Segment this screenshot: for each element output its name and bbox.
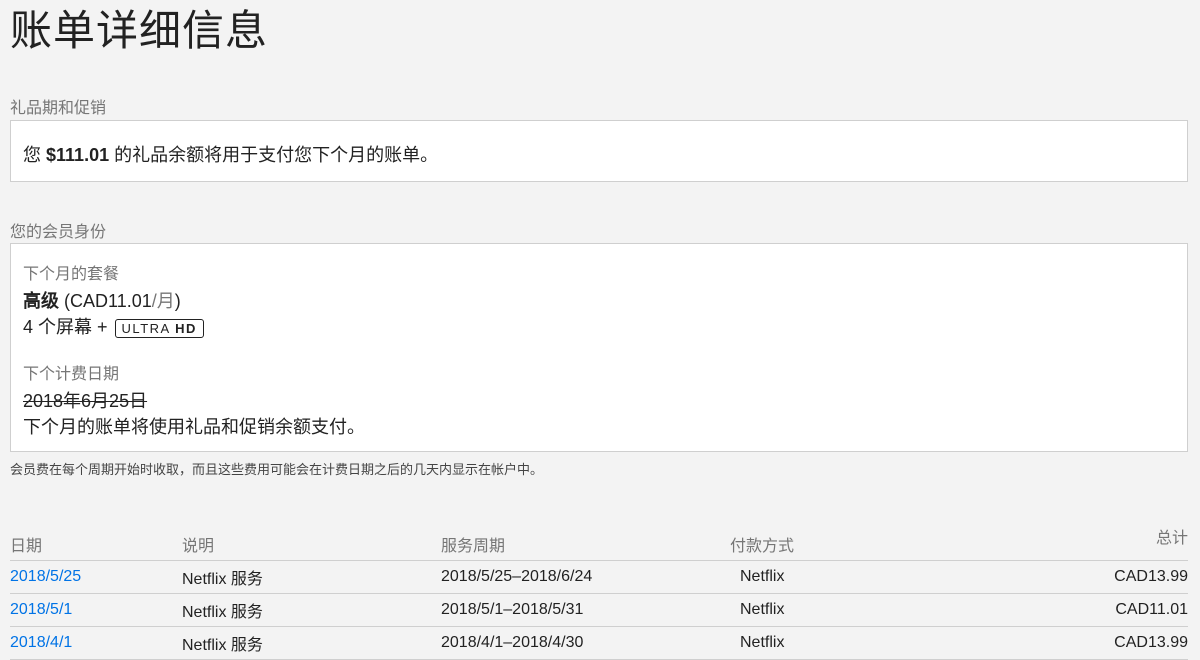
row-payment-method: Netflix — [730, 593, 960, 627]
row-service-period: 2018/5/1–2018/5/31 — [441, 593, 730, 627]
header-service-period: 服务周期 — [441, 520, 730, 561]
badge-hd: HD — [175, 320, 197, 336]
plan-name: 高级 (CAD11.01/月) — [23, 288, 365, 314]
plan-price: (CAD11.01 — [64, 291, 152, 311]
billing-date-link[interactable]: 2018/5/25 — [10, 568, 81, 585]
header-date: 日期 — [10, 520, 182, 561]
badge-ultra: ULTRA — [121, 320, 170, 336]
membership-card: 下个月的套餐 高级 (CAD11.01/月) 4 个屏幕 + ULTRA HD … — [10, 243, 1188, 452]
ultra-hd-badge: ULTRA HD — [114, 318, 204, 338]
gift-section-label: 礼品期和促销 — [10, 100, 107, 117]
gift-amount: $111.01 — [46, 145, 110, 165]
billing-date-link[interactable]: 2018/5/1 — [10, 601, 72, 618]
header-total: 总计 — [960, 520, 1188, 561]
next-plan-label: 下个月的套餐 — [23, 266, 120, 283]
plan-price-close: ) — [174, 291, 181, 311]
row-total: CAD13.99 — [960, 626, 1188, 660]
table-row: 2018/5/1 Netflix 服务 2018/5/1–2018/5/31 N… — [10, 593, 1188, 627]
row-total: CAD11.01 — [960, 593, 1188, 627]
billing-history-table: 日期 说明 服务周期 付款方式 总计 2018/5/25 Netflix 服务 … — [10, 520, 1188, 660]
gift-prefix: 您 — [23, 145, 41, 165]
row-payment-method: Netflix — [730, 560, 960, 594]
row-total: CAD13.99 — [960, 560, 1188, 594]
header-description: 说明 — [182, 520, 441, 561]
billing-footnote: 会员费在每个周期开始时收取，而且这些费用可能会在计费日期之后的几天内显示在帐户中… — [10, 462, 544, 477]
row-description: Netflix 服务 — [182, 560, 441, 594]
billing-date-link[interactable]: 2018/4/1 — [10, 634, 72, 651]
row-service-period: 2018/4/1–2018/4/30 — [441, 626, 730, 660]
billing-note: 下个月的账单将使用礼品和促销余额支付。 — [23, 417, 365, 437]
gift-suffix: 的礼品余额将用于支付您下个月的账单。 — [114, 145, 439, 165]
page-title: 账单详细信息 — [10, 7, 269, 54]
row-service-period: 2018/5/25–2018/6/24 — [441, 560, 730, 594]
row-description: Netflix 服务 — [182, 626, 441, 660]
next-billing-date: 2018年6月25日 — [23, 391, 148, 411]
gift-balance-card: 您 $111.01 的礼品余额将用于支付您下个月的账单。 — [10, 120, 1188, 182]
row-payment-method: Netflix — [730, 626, 960, 660]
table-row: 2018/4/1 Netflix 服务 2018/4/1–2018/4/30 N… — [10, 626, 1188, 660]
screens-text: 4 个屏幕 + — [23, 317, 108, 337]
membership-section-label: 您的会员身份 — [10, 224, 107, 241]
billing-page: 账单详细信息 礼品期和促销 您 $111.01 的礼品余额将用于支付您下个月的账… — [0, 0, 1200, 660]
row-description: Netflix 服务 — [182, 593, 441, 627]
header-payment-method: 付款方式 — [730, 520, 960, 561]
plan-screens: 4 个屏幕 + ULTRA HD — [23, 314, 365, 340]
gift-balance-text: 您 $111.01 的礼品余额将用于支付您下个月的账单。 — [23, 141, 438, 167]
table-row: 2018/5/25 Netflix 服务 2018/5/25–2018/6/24… — [10, 560, 1188, 594]
plan-price-period: /月 — [151, 291, 175, 311]
next-billing-label: 下个计费日期 — [23, 366, 120, 383]
plan-tier: 高级 — [23, 291, 59, 311]
table-header-row: 日期 说明 服务周期 付款方式 总计 — [10, 520, 1188, 561]
